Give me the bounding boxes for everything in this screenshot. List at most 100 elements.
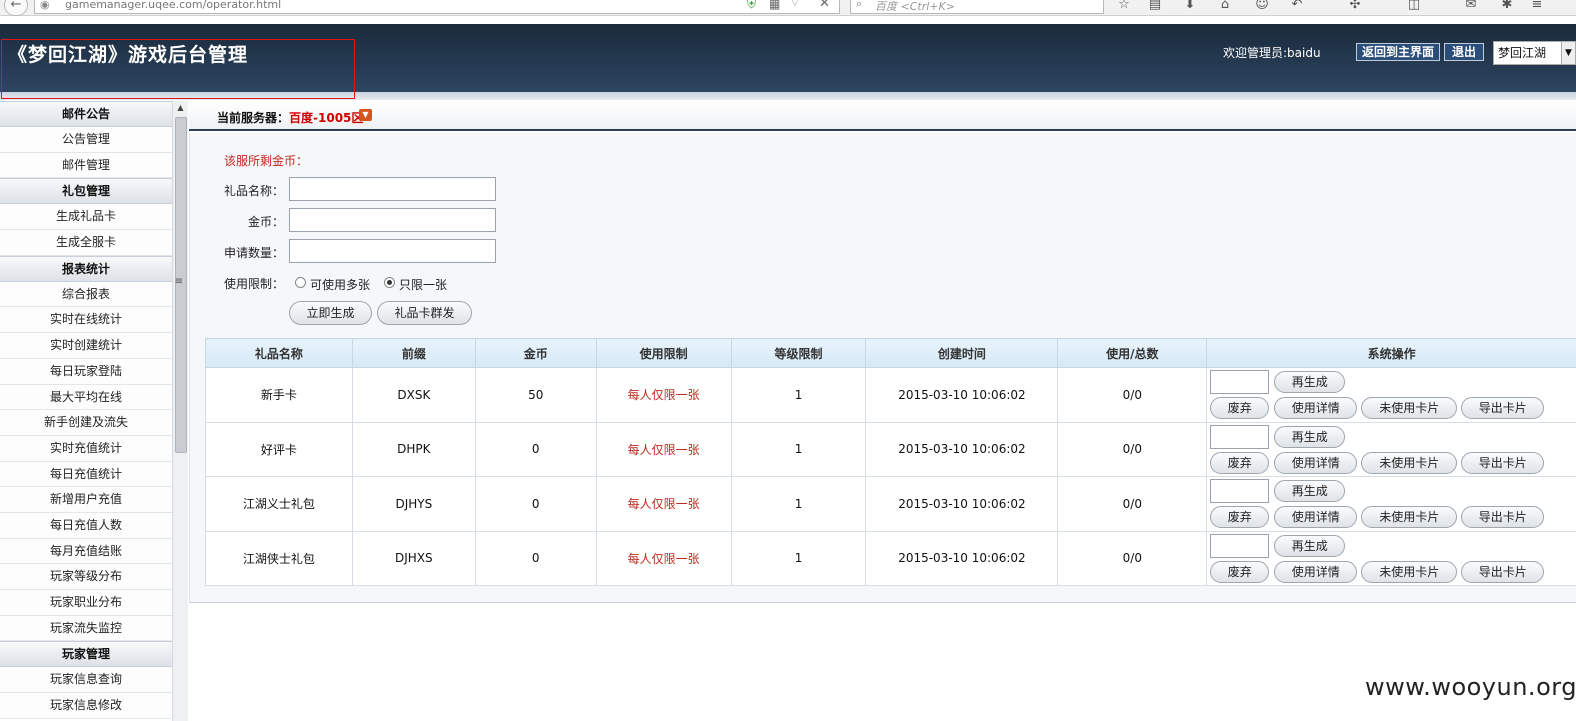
dropdown-arrow-icon[interactable]: ▽ bbox=[791, 0, 799, 8]
discard-button[interactable]: 废弃 bbox=[1210, 397, 1270, 419]
reading-list-icon[interactable]: ▤ bbox=[1146, 0, 1164, 13]
sidebar-item[interactable]: 新手创建及流失 bbox=[0, 410, 172, 436]
scroll-up-arrow-icon[interactable]: ▲ bbox=[173, 101, 188, 115]
sidebar-item[interactable]: 每日充值统计 bbox=[0, 461, 172, 488]
radio-single[interactable] bbox=[384, 277, 395, 288]
export-cards-button[interactable]: 导出卡片 bbox=[1461, 397, 1545, 419]
regenerate-count-input[interactable] bbox=[1210, 479, 1270, 503]
export-cards-button[interactable]: 导出卡片 bbox=[1461, 506, 1545, 528]
regenerate-count-input[interactable] bbox=[1210, 424, 1270, 449]
sidebar-item[interactable]: 玩家流失监控 bbox=[0, 615, 172, 642]
table-row: 好评卡 DHPK 0 每人仅限一张 1 2015-03-10 10:06:02 0/0 再生成… bbox=[205, 421, 1576, 477]
watermark: www.wooyun.org bbox=[1365, 673, 1576, 701]
sidebar-item[interactable]: 实时创建统计 bbox=[0, 333, 172, 359]
unused-cards-button[interactable]: 未使用卡片 bbox=[1361, 451, 1458, 474]
sidebar-item[interactable]: 生成礼品卡 bbox=[0, 204, 172, 231]
sidebar-item[interactable]: 综合报表 bbox=[0, 281, 172, 308]
table-row: 江湖侠士礼包 DJHXS 0 每人仅限一张 1 2015-03-10 10:06:02 0/… bbox=[205, 530, 1576, 586]
chat-icon[interactable]: ✉ bbox=[1462, 0, 1480, 13]
table-header-row: 礼品名称 前缀 金币 使用限制 等级限制 创建时间 使用/总数 系统操作 bbox=[205, 338, 1576, 368]
discard-button[interactable]: 废弃 bbox=[1210, 560, 1270, 583]
address-bar[interactable]: ◉ gamemanager.uqee.com/operator.html ⛨ ▦… bbox=[34, 0, 840, 14]
cell-actions: 再生成 废弃 使用详情 未使用卡片 导出卡片 bbox=[1206, 476, 1576, 532]
discard-button[interactable]: 废弃 bbox=[1210, 451, 1270, 474]
regenerate-button[interactable]: 再生成 bbox=[1274, 480, 1346, 502]
cell-created: 2015-03-10 10:06:02 bbox=[865, 421, 1059, 477]
generate-now-button[interactable]: 立即生成 bbox=[289, 301, 372, 325]
sidebar-item[interactable]: 每月充值结账 bbox=[0, 538, 172, 565]
regenerate-count-input[interactable] bbox=[1210, 533, 1270, 558]
usage-details-button[interactable]: 使用详情 bbox=[1274, 451, 1358, 474]
sidebar-item[interactable]: 新增用户充值 bbox=[0, 487, 172, 513]
download-icon[interactable]: ⬇ bbox=[1181, 0, 1199, 13]
qr-code-icon[interactable]: ▦ bbox=[769, 0, 780, 11]
cell-usage: 0/0 bbox=[1057, 530, 1208, 586]
close-icon[interactable]: ✕ bbox=[819, 0, 830, 11]
sidebar-group-header[interactable]: 礼包管理 bbox=[0, 178, 172, 205]
browser-search-input[interactable]: ⌕ 百度 <Ctrl+K> bbox=[850, 0, 1104, 14]
sidebar-item[interactable]: 玩家等级分布 bbox=[0, 564, 172, 590]
sidebar-group-header[interactable]: 邮件公告 bbox=[0, 101, 172, 127]
radio-single-label[interactable]: 只限一张 bbox=[399, 276, 447, 293]
export-cards-button[interactable]: 导出卡片 bbox=[1461, 560, 1545, 583]
menu-icon[interactable]: ≡ bbox=[1528, 0, 1546, 13]
radio-multi-label[interactable]: 可使用多张 bbox=[310, 276, 370, 293]
usage-details-button[interactable]: 使用详情 bbox=[1274, 506, 1358, 528]
usage-details-button[interactable]: 使用详情 bbox=[1274, 397, 1358, 419]
usage-details-button[interactable]: 使用详情 bbox=[1274, 560, 1358, 583]
globe-icon: ◉ bbox=[40, 0, 50, 11]
sidebar-item[interactable]: 玩家职业分布 bbox=[0, 590, 172, 616]
sidebar-group-header[interactable]: 报表统计 bbox=[0, 255, 172, 282]
gift-name-input[interactable] bbox=[289, 177, 496, 201]
sidebar-item[interactable]: 最大平均在线 bbox=[0, 384, 172, 411]
emoji-icon[interactable]: ☺ bbox=[1253, 0, 1271, 13]
sidebar-item[interactable]: 公告管理 bbox=[0, 127, 172, 153]
extension-icon[interactable]: ✱ bbox=[1498, 0, 1516, 13]
regenerate-button[interactable]: 再生成 bbox=[1274, 425, 1346, 448]
game-select[interactable]: 梦回江湖 ▼ bbox=[1493, 41, 1576, 65]
quantity-input[interactable] bbox=[289, 239, 496, 263]
back-to-main-button[interactable]: 返回到主界面 bbox=[1356, 43, 1440, 61]
export-cards-button[interactable]: 导出卡片 bbox=[1461, 451, 1545, 474]
unused-cards-button[interactable]: 未使用卡片 bbox=[1361, 506, 1458, 528]
server-label-text: 当前服务器： bbox=[217, 111, 290, 125]
regenerate-button[interactable]: 再生成 bbox=[1274, 534, 1346, 557]
sidebar-scrollbar[interactable]: ▲ bbox=[172, 101, 188, 721]
logout-button[interactable]: 退出 bbox=[1444, 43, 1484, 61]
sidebar-item[interactable]: 玩家信息修改 bbox=[0, 693, 172, 719]
undo-icon[interactable]: ↶ bbox=[1288, 0, 1306, 13]
game-select-value: 梦回江湖 bbox=[1498, 46, 1547, 60]
chevron-down-icon[interactable]: ▼ bbox=[1561, 42, 1575, 64]
column-header: 使用/总数 bbox=[1057, 338, 1208, 368]
home-icon[interactable]: ⌂ bbox=[1216, 0, 1234, 13]
cell-name: 好评卡 bbox=[205, 421, 353, 477]
gold-remaining-label: 该服所剩金币： bbox=[224, 154, 309, 168]
table-row: 江湖义士礼包 DJHYS 0 每人仅限一张 1 2015-03-10 10:06:02 0/… bbox=[205, 476, 1576, 532]
puzzle-icon[interactable]: ✣ bbox=[1346, 0, 1364, 13]
sidebar-item[interactable]: 生成全服卡 bbox=[0, 230, 172, 256]
back-arrow-icon[interactable]: ← bbox=[4, 0, 28, 16]
sidebar-item[interactable]: 每日玩家登陆 bbox=[0, 358, 172, 385]
gold-input[interactable] bbox=[289, 208, 496, 232]
collapse-handle-icon[interactable]: ≡ bbox=[174, 276, 184, 288]
sidebar-item[interactable]: 实时充值统计 bbox=[0, 435, 172, 462]
column-header: 创建时间 bbox=[865, 338, 1059, 368]
window-icon[interactable]: ◫ bbox=[1405, 0, 1423, 13]
server-dropdown-icon[interactable]: ▼ bbox=[359, 109, 372, 121]
star-icon[interactable]: ☆ bbox=[1115, 0, 1133, 13]
sidebar-item[interactable]: 每日充值人数 bbox=[0, 512, 172, 539]
unused-cards-button[interactable]: 未使用卡片 bbox=[1361, 560, 1458, 583]
cell-usage: 0/0 bbox=[1057, 421, 1208, 477]
discard-button[interactable]: 废弃 bbox=[1210, 506, 1270, 528]
sidebar-item[interactable]: 实时在线统计 bbox=[0, 307, 172, 334]
sidebar-item[interactable]: 邮件管理 bbox=[0, 152, 172, 179]
unused-cards-button[interactable]: 未使用卡片 bbox=[1361, 397, 1458, 419]
sidebar-item[interactable]: 玩家信息查询 bbox=[0, 667, 172, 694]
cell-created: 2015-03-10 10:06:02 bbox=[865, 530, 1059, 586]
broadcast-cards-button[interactable]: 礼品卡群发 bbox=[377, 301, 472, 325]
shield-icon[interactable]: ⛨ bbox=[747, 0, 756, 12]
sidebar-group-header[interactable]: 玩家管理 bbox=[0, 641, 172, 668]
radio-multi[interactable] bbox=[295, 277, 306, 288]
regenerate-count-input[interactable] bbox=[1210, 370, 1270, 394]
regenerate-button[interactable]: 再生成 bbox=[1274, 371, 1346, 393]
